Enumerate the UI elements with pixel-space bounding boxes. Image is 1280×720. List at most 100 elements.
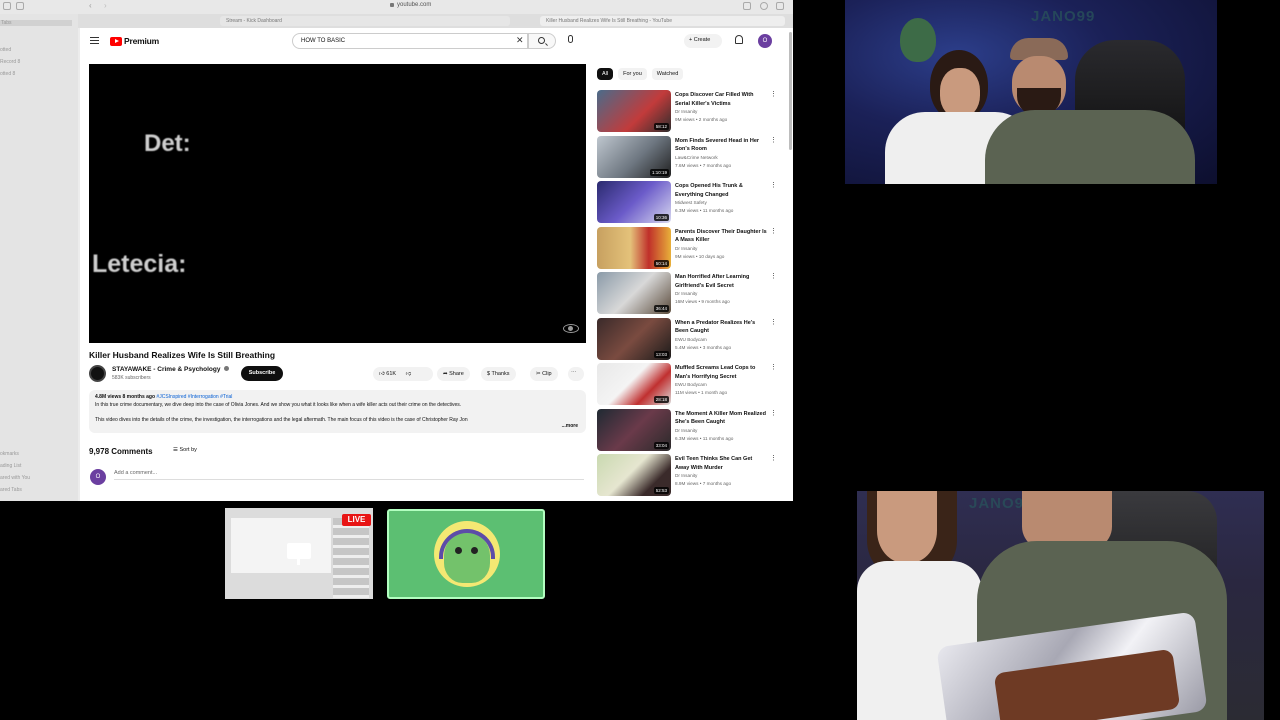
clip-label: Clip <box>542 371 552 377</box>
like-dislike-group: 👍︎ 61K 👎︎ <box>373 367 433 381</box>
kebab-menu-icon[interactable]: ⋮ <box>770 182 777 189</box>
rec-channel[interactable]: Dr Insanity <box>675 246 697 251</box>
list-item[interactable]: 13:03 When a Predator Realizes He's Been… <box>597 317 782 360</box>
chip-for-you[interactable]: For you <box>618 68 647 80</box>
list-item[interactable]: 33:04 The Moment A Killer Mom Realized S… <box>597 408 782 451</box>
rec-title[interactable]: Evil Teen Thinks She Can Get Away With M… <box>675 455 767 472</box>
search-button[interactable] <box>528 33 556 49</box>
kebab-menu-icon[interactable]: ⋮ <box>770 228 777 235</box>
channel-name[interactable]: STAYAWAKE - Crime & Psychology <box>112 366 230 373</box>
tabs-icon[interactable] <box>776 2 784 10</box>
video-player[interactable]: Det: Letecia: <box>89 64 586 343</box>
youtube-logo[interactable]: Premium <box>110 36 159 46</box>
like-button[interactable]: 👍︎ 61K <box>379 371 396 377</box>
sidebar-item-shared-with-you[interactable]: ared with You <box>0 475 30 481</box>
sidebar-item-3[interactable]: otted 8 <box>0 71 15 77</box>
show-more-link[interactable]: ...more <box>562 423 578 429</box>
rec-title[interactable]: Parents Discover Their Daughter Is A Mas… <box>675 228 767 245</box>
rec-title[interactable]: The Moment A Killer Mom Realized She's B… <box>675 410 767 427</box>
tab-youtube[interactable]: Killer Husband Realizes Wife Is Still Br… <box>540 16 785 26</box>
chip-watched[interactable]: Watched <box>651 68 684 80</box>
address-bar[interactable]: youtube.com <box>390 2 431 8</box>
list-item[interactable]: 1:10:19 Mom Finds Severed Head in Her So… <box>597 135 782 178</box>
rec-channel[interactable]: Dr Insanity <box>675 109 697 114</box>
clear-icon[interactable]: ✕ <box>516 36 524 45</box>
sidebar-item-bookmarks[interactable]: okmarks <box>0 451 19 457</box>
rec-title[interactable]: Mom Finds Severed Head in Her Son's Room <box>675 137 767 154</box>
sidebar-item-2[interactable]: Record 8 <box>0 59 20 65</box>
hashtags[interactable]: #JCSInspired #Interrogation #Trial <box>156 394 232 400</box>
create-button[interactable]: + Create <box>684 34 722 48</box>
search-input[interactable]: HOW TO BASIC <box>292 33 528 49</box>
video-thumbnail[interactable]: 33:04 <box>597 408 671 451</box>
share-icon[interactable] <box>743 2 751 10</box>
clip-button[interactable]: ✂ Clip <box>530 367 558 381</box>
rec-channel[interactable]: Law&Crime Network <box>675 155 718 160</box>
back-icon[interactable]: ‹ <box>89 1 92 10</box>
video-thumbnail[interactable]: 10:36 <box>597 181 671 223</box>
duration-badge: 13:03 <box>653 350 669 358</box>
menu-icon[interactable] <box>90 37 99 44</box>
rec-title[interactable]: When a Predator Realizes He's Been Caugh… <box>675 319 767 336</box>
tab-overview-icon[interactable] <box>16 2 24 10</box>
sort-by-button[interactable]: ☰ Sort by <box>173 447 197 453</box>
rec-title[interactable]: Cops Discover Car Filled With Serial Kil… <box>675 91 767 108</box>
thanks-button[interactable]: $ Thanks <box>481 367 516 381</box>
list-item[interactable]: 58:12 Cops Discover Car Filled With Seri… <box>597 90 782 132</box>
channel-avatar[interactable] <box>89 365 106 382</box>
sidebar-item-1[interactable]: otted <box>0 47 11 53</box>
rec-title[interactable]: Cops Opened His Trunk & Everything Chang… <box>675 182 767 199</box>
list-item[interactable]: 36:44 Man Horrified After Learning Girlf… <box>597 272 782 314</box>
sidebar-toggle-icon[interactable] <box>3 2 11 10</box>
forward-icon[interactable]: › <box>104 1 107 10</box>
subscribe-button[interactable]: Subscribe <box>241 366 283 381</box>
list-item[interactable]: 52:53 Evil Teen Thinks She Can Get Away … <box>597 454 782 496</box>
kebab-menu-icon[interactable]: ⋮ <box>770 273 777 280</box>
sidebar-item-reading-list[interactable]: ading List <box>0 463 21 469</box>
sidebar-item-shared-tabs[interactable]: ared Tabs <box>0 487 22 493</box>
list-item[interactable]: 28:18 Muffled Screams Lead Cops to Man's… <box>597 363 782 405</box>
duration-badge: 58:12 <box>653 123 669 130</box>
list-item[interactable]: 50:14 Parents Discover Their Daughter Is… <box>597 226 782 269</box>
video-thumbnail[interactable]: 50:14 <box>597 226 671 269</box>
rec-channel[interactable]: Dr Insanity <box>675 428 697 433</box>
video-thumbnail[interactable]: 1:10:19 <box>597 135 671 178</box>
kebab-menu-icon[interactable]: ⋮ <box>770 91 777 98</box>
tab-kick-dashboard[interactable]: Stream - Kick Dashboard <box>220 16 510 26</box>
video-thumbnail[interactable]: 52:53 <box>597 454 671 496</box>
scrollbar[interactable] <box>789 32 792 150</box>
video-title: Killer Husband Realizes Wife Is Still Br… <box>89 350 276 360</box>
rec-channel[interactable]: EWU Bodycam <box>675 382 707 387</box>
list-item[interactable]: 10:36 Cops Opened His Trunk & Everything… <box>597 181 782 223</box>
avatar-tile[interactable] <box>387 509 545 599</box>
kebab-menu-icon[interactable]: ⋮ <box>770 410 777 417</box>
chip-all[interactable]: All <box>597 68 614 80</box>
new-tab-icon[interactable] <box>760 2 768 10</box>
video-thumbnail[interactable]: 36:44 <box>597 272 671 314</box>
webcam-feed-top: JANO99 <box>845 0 1217 184</box>
thanks-label: Thanks <box>491 371 510 377</box>
notifications-icon[interactable] <box>735 35 743 44</box>
dislike-button[interactable]: 👎︎ <box>406 371 412 377</box>
sidebar-item-tabs[interactable]: Tabs <box>0 20 72 26</box>
comment-input[interactable]: Add a comment... <box>114 470 584 480</box>
rec-channel[interactable]: Dr Insanity <box>675 291 697 296</box>
rec-title[interactable]: Muffled Screams Lead Cops to Man's Horri… <box>675 364 767 381</box>
kebab-menu-icon[interactable]: ⋮ <box>770 364 777 371</box>
video-thumbnail[interactable]: 13:03 <box>597 317 671 360</box>
video-thumbnail[interactable]: 58:12 <box>597 90 671 132</box>
rec-views: 6.3M views • 11 months ago <box>675 435 734 441</box>
kebab-menu-icon[interactable]: ⋮ <box>770 455 777 462</box>
rec-title[interactable]: Man Horrified After Learning Girlfriend'… <box>675 273 767 290</box>
mic-icon[interactable] <box>568 35 573 43</box>
kebab-menu-icon[interactable]: ⋮ <box>770 137 777 144</box>
more-actions-button[interactable]: ⋯ <box>568 367 584 381</box>
rec-channel[interactable]: Dr Insanity <box>675 473 697 478</box>
share-button[interactable]: ➦ Share <box>437 367 470 381</box>
video-description[interactable]: 4.8M views 8 months ago #JCSInspired #In… <box>89 390 586 433</box>
account-avatar[interactable]: O <box>758 34 772 48</box>
rec-channel[interactable]: EWU Bodycam <box>675 337 707 342</box>
kebab-menu-icon[interactable]: ⋮ <box>770 319 777 326</box>
rec-channel[interactable]: Midwest Safety <box>675 200 707 205</box>
video-thumbnail[interactable]: 28:18 <box>597 363 671 405</box>
